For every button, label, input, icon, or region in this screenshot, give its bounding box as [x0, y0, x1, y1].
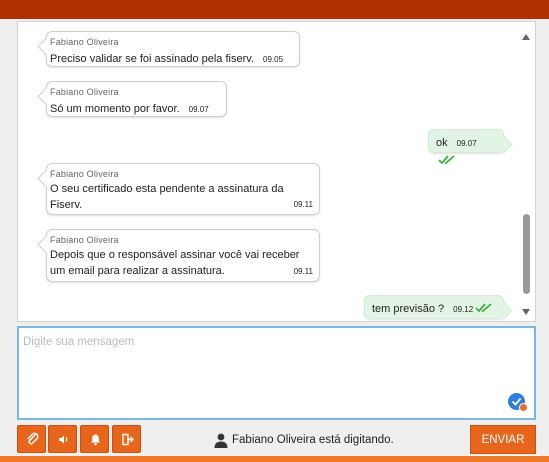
user-icon	[214, 433, 228, 448]
scroll-down-arrow-icon[interactable]	[522, 309, 530, 315]
message-bubble-incoming: Fabiano Oliveira Só um momento por favor…	[46, 81, 227, 117]
scroll-up-arrow-icon[interactable]	[522, 34, 530, 40]
message-sender: Fabiano Oliveira	[50, 87, 119, 97]
speaker-icon	[59, 435, 68, 444]
notifications-button[interactable]	[80, 425, 109, 453]
bottom-toolbar: Fabiano Oliveira está digitando. ENVIAR	[0, 424, 549, 456]
chat-scrollbar[interactable]	[522, 30, 531, 315]
double-check-icon	[438, 155, 455, 165]
message-sender: Fabiano Oliveira	[50, 169, 119, 179]
top-header-bar	[0, 0, 549, 19]
scrollbar-thumb[interactable]	[523, 214, 530, 294]
message-sender: Fabiano Oliveira	[50, 37, 119, 47]
message-time: 09.12	[453, 305, 474, 314]
logout-button[interactable]	[112, 425, 141, 453]
chat-history[interactable]: Fabiano Oliveira Preciso validar se foi …	[17, 21, 536, 322]
typing-indicator: Fabiano Oliveira está digitando.	[213, 432, 394, 448]
message-bubble-incoming: Fabiano Oliveira Depois que o responsáve…	[46, 229, 320, 282]
message-bubble-outgoing: ok 09.07	[428, 129, 504, 165]
bottom-accent-bar	[0, 456, 549, 462]
grammar-check-icon[interactable]	[508, 393, 528, 412]
sound-button[interactable]	[48, 425, 77, 453]
bell-icon	[91, 434, 100, 446]
message-time: 09.11	[293, 267, 313, 276]
message-text: Só um momento por favor.	[50, 103, 180, 115]
exit-icon	[122, 433, 134, 446]
message-time: 09.07	[188, 105, 209, 114]
paperclip-icon	[27, 432, 39, 445]
message-text: Preciso validar se foi assinado pela fis…	[50, 53, 255, 65]
message-composer	[17, 326, 536, 420]
message-input[interactable]	[19, 328, 534, 418]
message-text: O seu certificado esta pendente a assina…	[50, 183, 284, 211]
double-check-icon	[475, 303, 492, 313]
message-text: Depois que o responsável assinar você va…	[50, 249, 300, 277]
message-time: 09.07	[456, 139, 477, 148]
typing-status-text: Fabiano Oliveira está digitando.	[232, 434, 394, 446]
message-text: tem previsão ?	[372, 303, 445, 315]
message-time: 09.11	[293, 200, 313, 209]
message-text: ok	[436, 137, 448, 149]
message-bubble-incoming: Fabiano Oliveira O seu certificado esta …	[46, 163, 320, 215]
attach-button[interactable]	[17, 425, 46, 453]
message-bubble-outgoing: tem previsão ? 09.12	[364, 295, 504, 319]
message-time: 09.05	[263, 55, 284, 64]
send-button[interactable]: ENVIAR	[470, 425, 536, 454]
message-sender: Fabiano Oliveira	[50, 235, 119, 245]
message-bubble-incoming: Fabiano Oliveira Preciso validar se foi …	[46, 31, 300, 67]
